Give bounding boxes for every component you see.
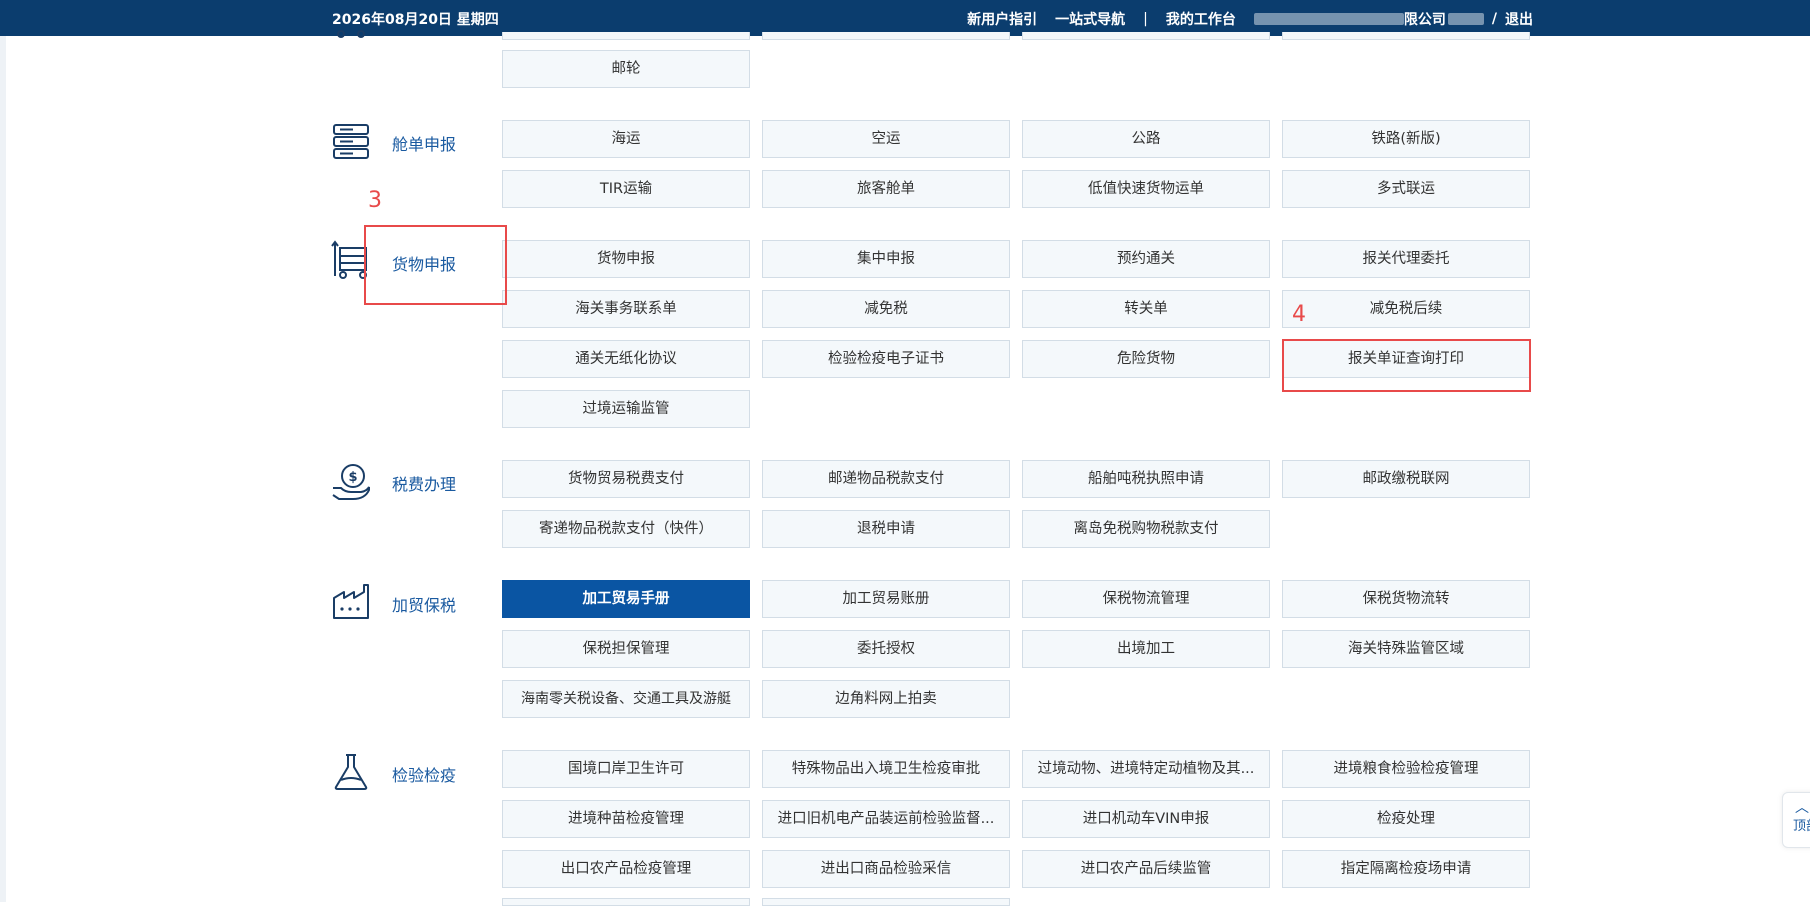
- back-to-top-button[interactable]: ︿ 顶部: [1782, 792, 1810, 848]
- btn-transit-supervision[interactable]: 过境运输监管: [502, 390, 750, 428]
- section-tax-label[interactable]: 税费办理: [392, 471, 456, 495]
- nav-separator: |: [1143, 11, 1148, 27]
- btn-paperless-agreement[interactable]: 通关无纸化协议: [502, 340, 750, 378]
- btn-dangerous-goods[interactable]: 危险货物: [1022, 340, 1270, 378]
- btn-bonded-logistics[interactable]: 保税物流管理: [1022, 580, 1270, 618]
- btn-commodity-inspection-adopt[interactable]: 进出口商品检验采信: [762, 850, 1010, 888]
- btn-tonnage-license[interactable]: 船舶吨税执照申请: [1022, 460, 1270, 498]
- partial-button: [1282, 32, 1530, 40]
- btn-port-health-permit[interactable]: 国境口岸卫生许可: [502, 750, 750, 788]
- btn-outbound-processing[interactable]: 出境加工: [1022, 630, 1270, 668]
- btn-sea[interactable]: 海运: [502, 120, 750, 158]
- btn-used-electromech-inspection[interactable]: 进口旧机电产品装运前检验监督...: [762, 800, 1010, 838]
- truck-icon: [337, 30, 365, 38]
- btn-import-agri-followup[interactable]: 进口农产品后续监管: [1022, 850, 1270, 888]
- btn-low-value-waybill[interactable]: 低值快速货物运单: [1022, 170, 1270, 208]
- btn-multimodal[interactable]: 多式联运: [1282, 170, 1530, 208]
- btn-tax-reduction-followup[interactable]: 减免税后续: [1282, 290, 1530, 328]
- btn-bonded-guarantee[interactable]: 保税担保管理: [502, 630, 750, 668]
- svg-text:$: $: [348, 470, 357, 485]
- partial-button: [762, 32, 1010, 40]
- btn-customs-agent-entrust[interactable]: 报关代理委托: [1282, 240, 1530, 278]
- btn-delegation-auth[interactable]: 委托授权: [762, 630, 1010, 668]
- current-date: 2026年08月20日 星期四: [332, 12, 499, 28]
- btn-postal-tax-network[interactable]: 邮政缴税联网: [1282, 460, 1530, 498]
- btn-transfer-form[interactable]: 转关单: [1022, 290, 1270, 328]
- page-edge: [0, 36, 6, 902]
- btn-transit-animals-plants[interactable]: 过境动物、进境特定动植物及其...: [1022, 750, 1270, 788]
- btn-quarantine-treatment[interactable]: 检疫处理: [1282, 800, 1530, 838]
- btn-cruise[interactable]: 邮轮: [502, 50, 750, 88]
- btn-processing-trade-manual[interactable]: 加工贸易手册: [502, 580, 750, 618]
- btn-cargo-declaration[interactable]: 货物申报: [502, 240, 750, 278]
- top-bar: 2026年08月20日 星期四 新用户指引 一站式导航 | 我的工作台 限公司 …: [0, 0, 1810, 36]
- btn-tax-reduction[interactable]: 减免税: [762, 290, 1010, 328]
- btn-passenger-manifest[interactable]: 旅客舱单: [762, 170, 1010, 208]
- section-manifest-label[interactable]: 舱单申报: [392, 131, 456, 155]
- btn-processing-trade-account[interactable]: 加工贸易账册: [762, 580, 1010, 618]
- factory-icon: [333, 584, 369, 619]
- btn-goods-trade-tax-pay[interactable]: 货物贸易税费支付: [502, 460, 750, 498]
- redacted-text: [1253, 13, 1404, 25]
- annotation-box-query-print: [1282, 339, 1531, 392]
- my-workbench-link[interactable]: 我的工作台: [1166, 9, 1236, 29]
- btn-centralized-declaration[interactable]: 集中申报: [762, 240, 1010, 278]
- section-inspection-label[interactable]: 检验检疫: [392, 762, 456, 786]
- btn-scrap-auction[interactable]: 边角料网上拍卖: [762, 680, 1010, 718]
- btn-export-agri-quarantine[interactable]: 出口农产品检疫管理: [502, 850, 750, 888]
- partial-button: [1022, 32, 1270, 40]
- partial-button: [502, 32, 750, 40]
- company-name: 限公司: [1253, 9, 1484, 29]
- btn-vehicle-vin[interactable]: 进口机动车VIN申报: [1022, 800, 1270, 838]
- company-suffix: 限公司: [1403, 12, 1446, 28]
- one-stop-nav-link[interactable]: 一站式导航: [1055, 9, 1125, 29]
- top-nav: 新用户指引 一站式导航 | 我的工作台 限公司 / 退出: [949, 9, 1533, 29]
- btn-tax-refund[interactable]: 退税申请: [762, 510, 1010, 548]
- back-to-top-label: 顶部: [1793, 819, 1810, 834]
- btn-seedling-quarantine[interactable]: 进境种苗检疫管理: [502, 800, 750, 838]
- chevron-up-icon: ︿: [1795, 800, 1809, 816]
- btn-express-tax-pay[interactable]: 寄递物品税款支付（快件）: [502, 510, 750, 548]
- logout-link[interactable]: 退出: [1505, 9, 1533, 29]
- btn-road[interactable]: 公路: [1022, 120, 1270, 158]
- btn-appointment-clearance[interactable]: 预约通关: [1022, 240, 1270, 278]
- server-stack-icon: [333, 124, 369, 159]
- btn-rail[interactable]: 铁路(新版): [1282, 120, 1530, 158]
- new-user-guide-link[interactable]: 新用户指引: [967, 9, 1037, 29]
- btn-special-supervision-zone[interactable]: 海关特殊监管区域: [1282, 630, 1530, 668]
- annotation-box-cargo: [364, 225, 507, 305]
- btn-grain-inspection[interactable]: 进境粮食检验检疫管理: [1282, 750, 1530, 788]
- redacted-text: [1447, 13, 1484, 25]
- btn-bonded-goods-transfer[interactable]: 保税货物流转: [1282, 580, 1530, 618]
- btn-hainan-zero-tariff[interactable]: 海南零关税设备、交通工具及游艇: [502, 680, 750, 718]
- btn-customs-contact-form[interactable]: 海关事务联系单: [502, 290, 750, 328]
- btn-inspection-e-cert[interactable]: 检验检疫电子证书: [762, 340, 1010, 378]
- btn-air[interactable]: 空运: [762, 120, 1010, 158]
- btn-tir[interactable]: TIR运输: [502, 170, 750, 208]
- flask-icon: [334, 754, 368, 790]
- annotation-step-4: 4: [1292, 302, 1306, 327]
- annotation-step-3: 3: [368, 188, 382, 213]
- hand-coin-icon: $: [332, 464, 370, 500]
- btn-isolation-site-apply[interactable]: 指定隔离检疫场申请: [1282, 850, 1530, 888]
- btn-offshore-dutyfree-pay[interactable]: 离岛免税购物税款支付: [1022, 510, 1270, 548]
- nav-slash: /: [1491, 11, 1497, 27]
- btn-postal-tax-pay[interactable]: 邮递物品税款支付: [762, 460, 1010, 498]
- partial-button: [502, 898, 750, 906]
- partial-button: [762, 898, 1010, 906]
- btn-special-items-quarantine[interactable]: 特殊物品出入境卫生检疫审批: [762, 750, 1010, 788]
- section-processing-label[interactable]: 加贸保税: [392, 592, 456, 616]
